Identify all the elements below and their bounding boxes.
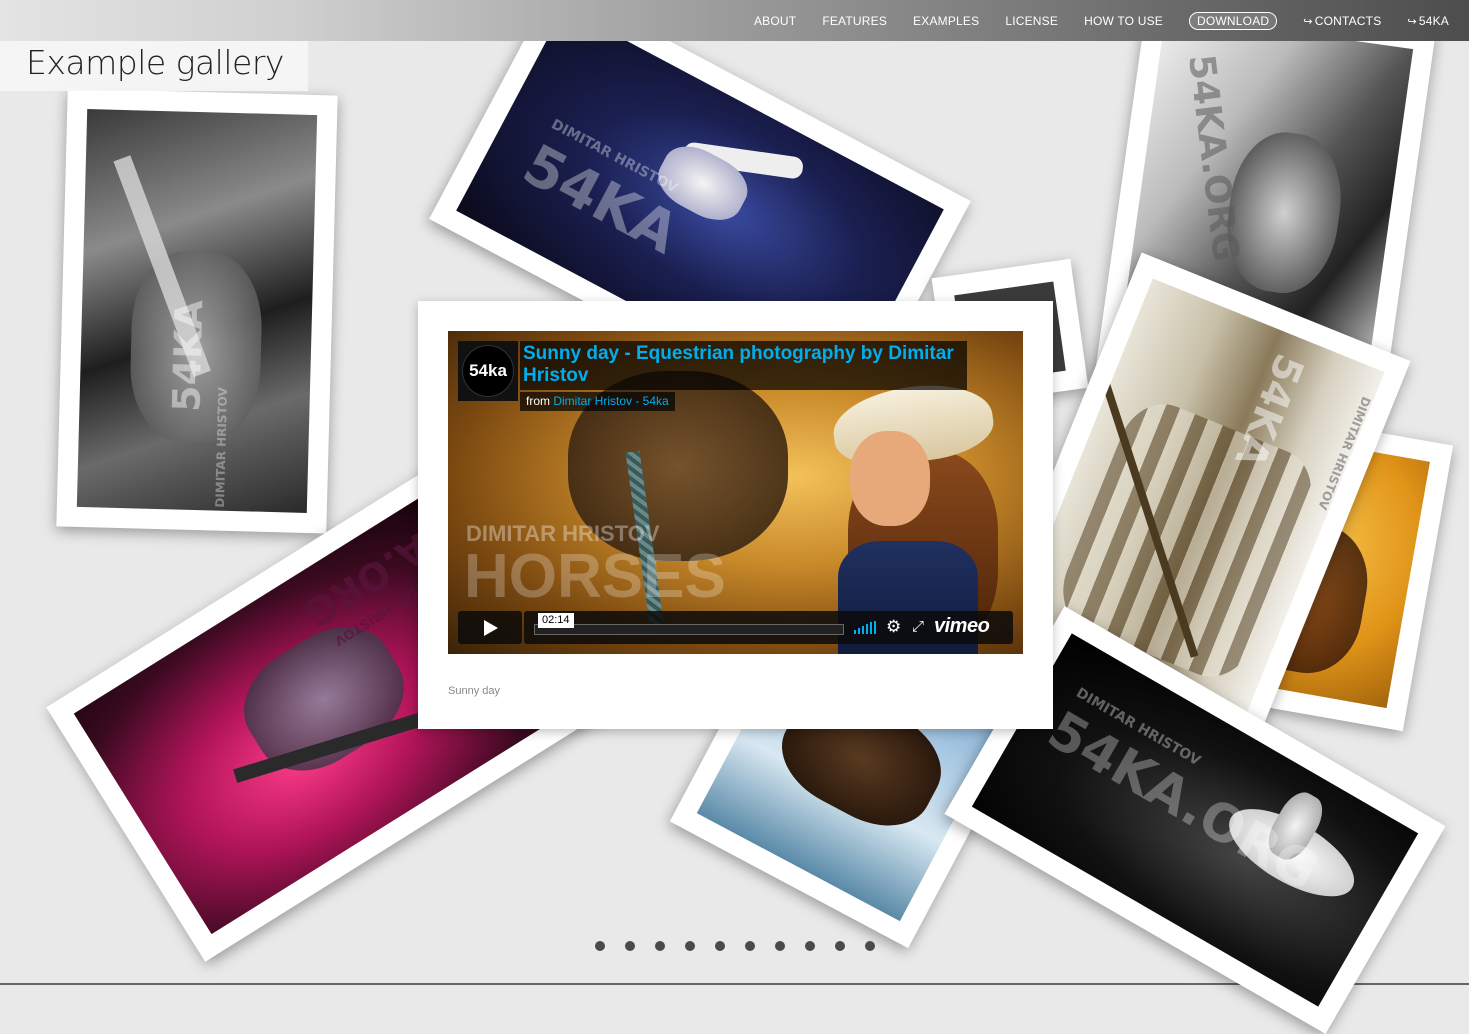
nav-54ka[interactable]: ↪ 54KA [1407, 14, 1449, 28]
page-title: Example gallery [0, 41, 308, 91]
top-navigation-bar: ABOUT FEATURES EXAMPLES LICENSE HOW TO U… [0, 0, 1469, 41]
video-title-box: Sunny day - Equestrian photography by Di… [520, 341, 967, 390]
page-dot[interactable] [655, 941, 665, 951]
watermark-brand: 54KA.ORG [1180, 52, 1247, 264]
main-nav: ABOUT FEATURES EXAMPLES LICENSE HOW TO U… [728, 0, 1449, 41]
gallery-pagination [595, 941, 875, 951]
nav-about[interactable]: ABOUT [754, 14, 796, 28]
settings-gear-icon[interactable]: ⚙ [886, 618, 901, 635]
vimeo-logo[interactable]: vimeo [934, 615, 990, 638]
nav-54ka-label: 54KA [1418, 13, 1449, 28]
fullscreen-icon[interactable]: ⤢ [912, 618, 924, 635]
watermark-brand: 54KA [1225, 347, 1313, 474]
page-dot[interactable] [625, 941, 635, 951]
page-dot[interactable] [595, 941, 605, 951]
gallery-photo-guitarist[interactable]: 54KA DIMITAR HRISTOV [56, 88, 338, 534]
photo-image: 54KA DIMITAR HRISTOV [76, 109, 318, 513]
progress-scrubber[interactable]: 02:14 [534, 613, 844, 635]
byline-author-link[interactable]: Dimitar Hristov - 54ka [553, 394, 668, 408]
external-link-icon: ↪ [1303, 15, 1313, 28]
watermark-brand: 54KA [164, 299, 212, 413]
nav-contacts-label: CONTACTS [1314, 13, 1382, 28]
nav-how-to-use[interactable]: HOW TO USE [1084, 14, 1163, 28]
featured-video-card: DIMITAR HRISTOV HORSES 54ka Sunny day - … [418, 301, 1053, 729]
page-dot[interactable] [775, 941, 785, 951]
page-dot[interactable] [805, 941, 815, 951]
video-controls: 02:14 ⚙ ⤢ vimeo [458, 611, 1013, 644]
play-icon [484, 619, 498, 636]
nav-download-button[interactable]: DOWNLOAD [1189, 11, 1278, 30]
channel-logo-text: 54ka [462, 345, 514, 397]
video-control-bar: 02:14 ⚙ ⤢ vimeo [524, 611, 1013, 644]
channel-logo[interactable]: 54ka [458, 341, 518, 401]
video-byline: from Dimitar Hristov - 54ka [520, 392, 675, 411]
nav-contacts[interactable]: ↪ CONTACTS [1303, 14, 1381, 28]
volume-control[interactable] [854, 621, 876, 634]
video-caption: Sunny day [448, 685, 500, 697]
page-dot[interactable] [715, 941, 725, 951]
time-tooltip: 02:14 [538, 613, 574, 628]
video-watermark-word: HORSES [464, 542, 726, 611]
watermark-brand: 54KA.ORG [1037, 700, 1329, 903]
page-dot[interactable] [865, 941, 875, 951]
watermark-name: DIMITAR HRISTOV [212, 386, 231, 508]
play-button[interactable] [458, 611, 522, 644]
video-title-link[interactable]: Sunny day - Equestrian photography by Di… [523, 343, 967, 387]
page-dot[interactable] [685, 941, 695, 951]
byline-prefix: from [526, 394, 550, 408]
nav-license[interactable]: LICENSE [1005, 14, 1058, 28]
nav-examples[interactable]: EXAMPLES [913, 14, 979, 28]
vimeo-video-player[interactable]: DIMITAR HRISTOV HORSES 54ka Sunny day - … [448, 331, 1023, 654]
page-dot[interactable] [745, 941, 755, 951]
nav-features[interactable]: FEATURES [822, 14, 887, 28]
page-dot[interactable] [835, 941, 845, 951]
external-link-icon: ↪ [1407, 15, 1417, 28]
video-still-face [850, 431, 930, 526]
